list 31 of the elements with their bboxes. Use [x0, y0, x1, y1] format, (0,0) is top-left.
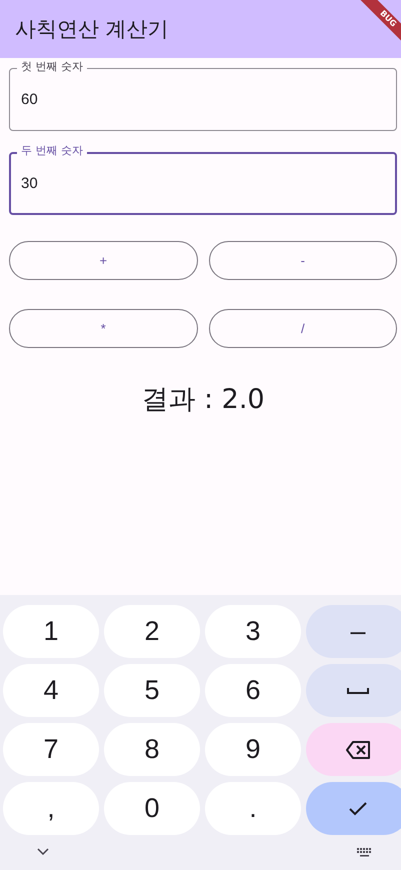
- keyboard-key[interactable]: 6: [205, 664, 301, 717]
- field-label: 두 번째 숫자: [17, 144, 87, 158]
- keyboard-key[interactable]: 0: [104, 782, 200, 835]
- keyboard-key[interactable]: .: [205, 782, 301, 835]
- keyboard-key[interactable]: 2: [104, 605, 200, 658]
- chevron-down-icon[interactable]: [37, 848, 49, 855]
- operator-button[interactable]: *: [9, 309, 198, 348]
- keyboard-key[interactable]: 3: [205, 605, 301, 658]
- keyboard-key[interactable]: 4: [3, 664, 99, 717]
- backspace-icon: [345, 740, 371, 760]
- space-bar-icon: [347, 686, 369, 694]
- keyboard-key[interactable]: [306, 723, 401, 776]
- app-title: 사칙연산 계산기: [15, 16, 169, 43]
- keyboard-key[interactable]: –: [306, 605, 401, 658]
- number-input-field[interactable]: 두 번째 숫자 30: [9, 144, 397, 215]
- operator-button[interactable]: +: [9, 241, 198, 280]
- number-input-field[interactable]: 첫 번째 숫자 60: [9, 60, 397, 131]
- keyboard-icon[interactable]: [357, 848, 373, 858]
- keyboard-key[interactable]: ,: [3, 782, 99, 835]
- field-label: 첫 번째 숫자: [17, 60, 87, 74]
- keyboard-key[interactable]: 7: [3, 723, 99, 776]
- keyboard-key[interactable]: 5: [104, 664, 200, 717]
- operator-button[interactable]: -: [208, 241, 397, 280]
- result-text: 결과 : 2.0: [141, 383, 265, 417]
- keyboard-key[interactable]: 1: [3, 605, 99, 658]
- keyboard-key[interactable]: 9: [205, 723, 301, 776]
- checkmark-icon: [349, 802, 367, 816]
- operator-button[interactable]: /: [208, 309, 397, 348]
- field-value: 60: [21, 91, 38, 108]
- field-value: 30: [21, 175, 38, 192]
- keyboard-key[interactable]: 8: [104, 723, 200, 776]
